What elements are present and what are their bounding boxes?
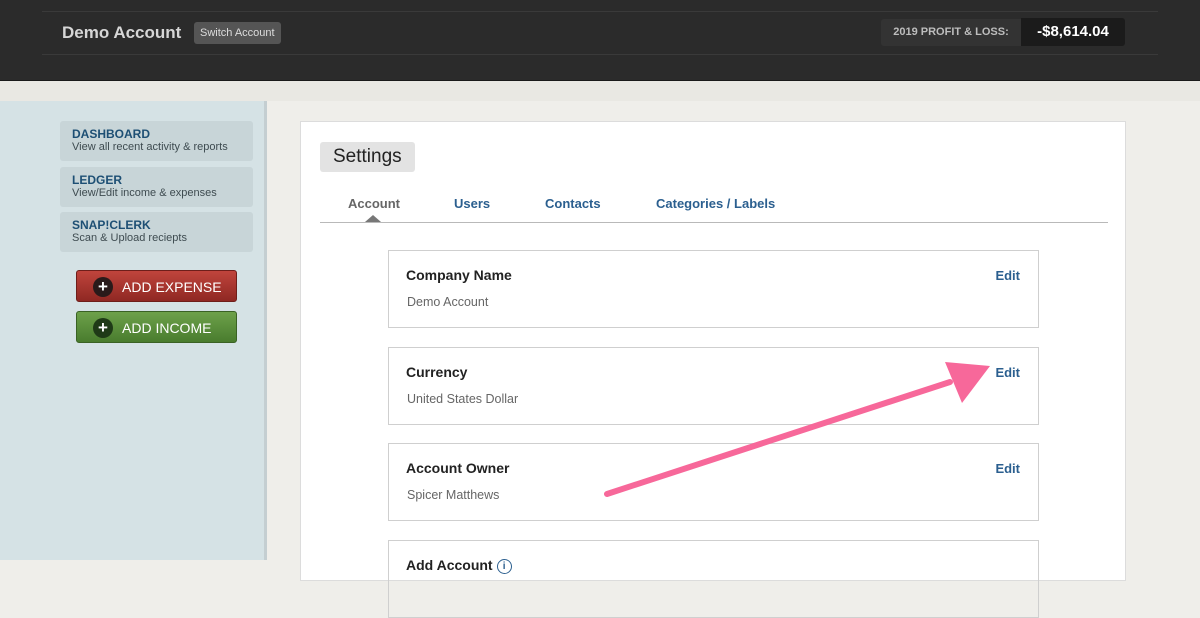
tab-categories-labels[interactable]: Categories / Labels <box>656 196 775 211</box>
card-label: Account Owner <box>406 460 510 476</box>
card-label: Currency <box>406 364 468 380</box>
currency-card: Currency United States Dollar Edit <box>388 347 1039 425</box>
sidebar-item-snapclerk[interactable]: SNAP!CLERK Scan & Upload reciepts <box>60 212 253 252</box>
sidebar-item-subtitle: Scan & Upload reciepts <box>72 232 187 244</box>
bottom-divider <box>42 54 1158 55</box>
tab-caret-icon <box>365 215 381 222</box>
page-title: Settings <box>320 142 415 172</box>
card-label: Company Name <box>406 267 512 283</box>
sidebar-item-ledger[interactable]: LEDGER View/Edit income & expenses <box>60 167 253 207</box>
profit-loss-label: 2019 PROFIT & LOSS: <box>881 19 1021 46</box>
settings-panel: Settings Account Users Contacts Categori… <box>300 121 1126 618</box>
account-name: Demo Account <box>62 23 182 42</box>
add-expense-button[interactable]: + ADD EXPENSE <box>76 270 237 302</box>
switch-account-button[interactable]: Switch Account <box>194 22 281 44</box>
account-owner-card: Account Owner Spicer Matthews Edit <box>388 443 1039 521</box>
add-income-label: ADD INCOME <box>122 320 212 336</box>
add-account-label: Add Account <box>406 557 493 573</box>
sidebar-item-title: DASHBOARD <box>72 127 150 141</box>
sidebar-item-dashboard[interactable]: DASHBOARD View all recent activity & rep… <box>60 121 253 161</box>
plus-circle-icon: + <box>93 277 113 297</box>
edit-company-name-link[interactable]: Edit <box>995 268 1020 283</box>
plus-circle-icon: + <box>93 318 113 338</box>
sidebar-item-subtitle: View all recent activity & reports <box>72 141 228 153</box>
tab-account[interactable]: Account <box>348 196 400 211</box>
sidebar-item-title: LEDGER <box>72 173 123 187</box>
settings-tabs: Account Users Contacts Categories / Labe… <box>320 193 1108 223</box>
sidebar-item-title: SNAP!CLERK <box>72 218 151 232</box>
company-name-card: Company Name Demo Account Edit <box>388 250 1039 328</box>
sub-bar <box>0 81 1200 101</box>
add-expense-label: ADD EXPENSE <box>122 279 222 295</box>
add-account-card: Add Account i <box>388 540 1039 618</box>
edit-currency-link[interactable]: Edit <box>995 365 1020 380</box>
sidebar-item-subtitle: View/Edit income & expenses <box>72 187 217 199</box>
top-divider <box>42 11 1158 12</box>
top-bar: Demo Account Switch Account 2019 PROFIT … <box>0 0 1200 81</box>
info-icon[interactable]: i <box>496 558 512 574</box>
card-value: Demo Account <box>407 295 489 309</box>
profit-loss-value: -$8,614.04 <box>1021 18 1125 46</box>
card-value: Spicer Matthews <box>407 488 500 502</box>
tab-contacts[interactable]: Contacts <box>545 196 601 211</box>
tab-users[interactable]: Users <box>454 196 490 211</box>
card-value: United States Dollar <box>407 392 519 406</box>
add-income-button[interactable]: + ADD INCOME <box>76 311 237 343</box>
edit-account-owner-link[interactable]: Edit <box>995 461 1020 476</box>
